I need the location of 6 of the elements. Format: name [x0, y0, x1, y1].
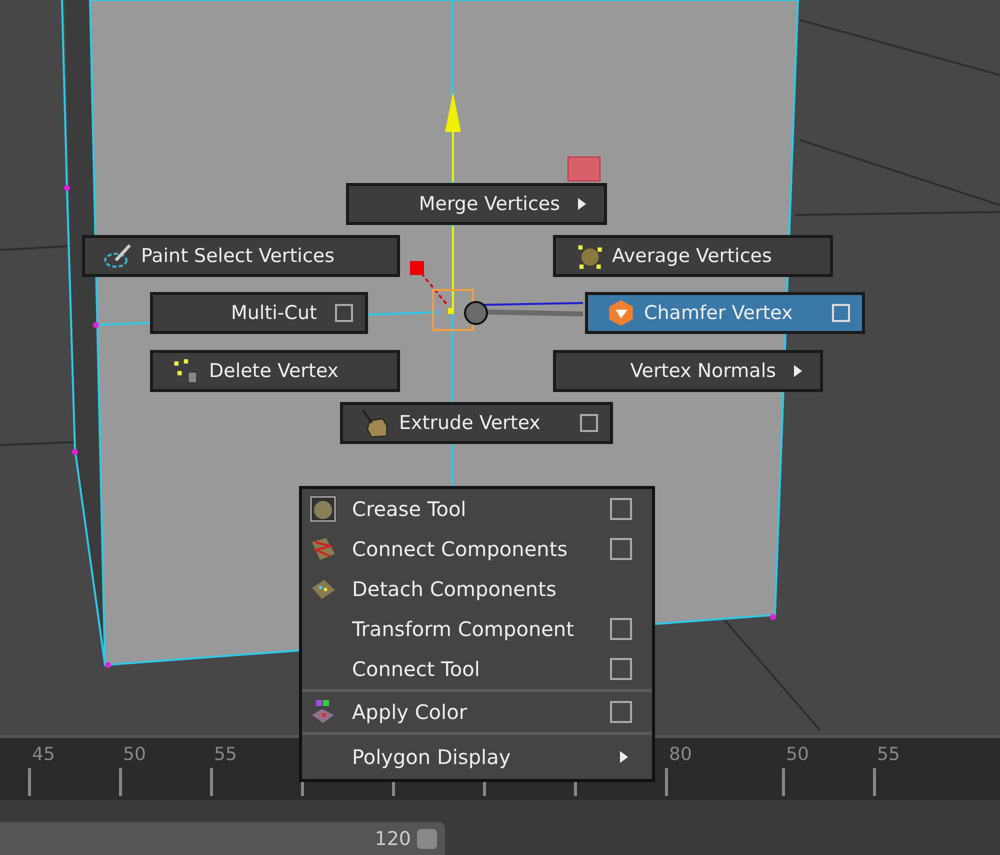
frame-number: 50 [122, 743, 146, 767]
frame-number: 55 [876, 743, 900, 767]
frame-number: 45 [31, 743, 55, 767]
frame-number: 55 [213, 743, 237, 767]
frame-number: 80 [668, 743, 692, 767]
frame-number: 50 [785, 743, 809, 767]
